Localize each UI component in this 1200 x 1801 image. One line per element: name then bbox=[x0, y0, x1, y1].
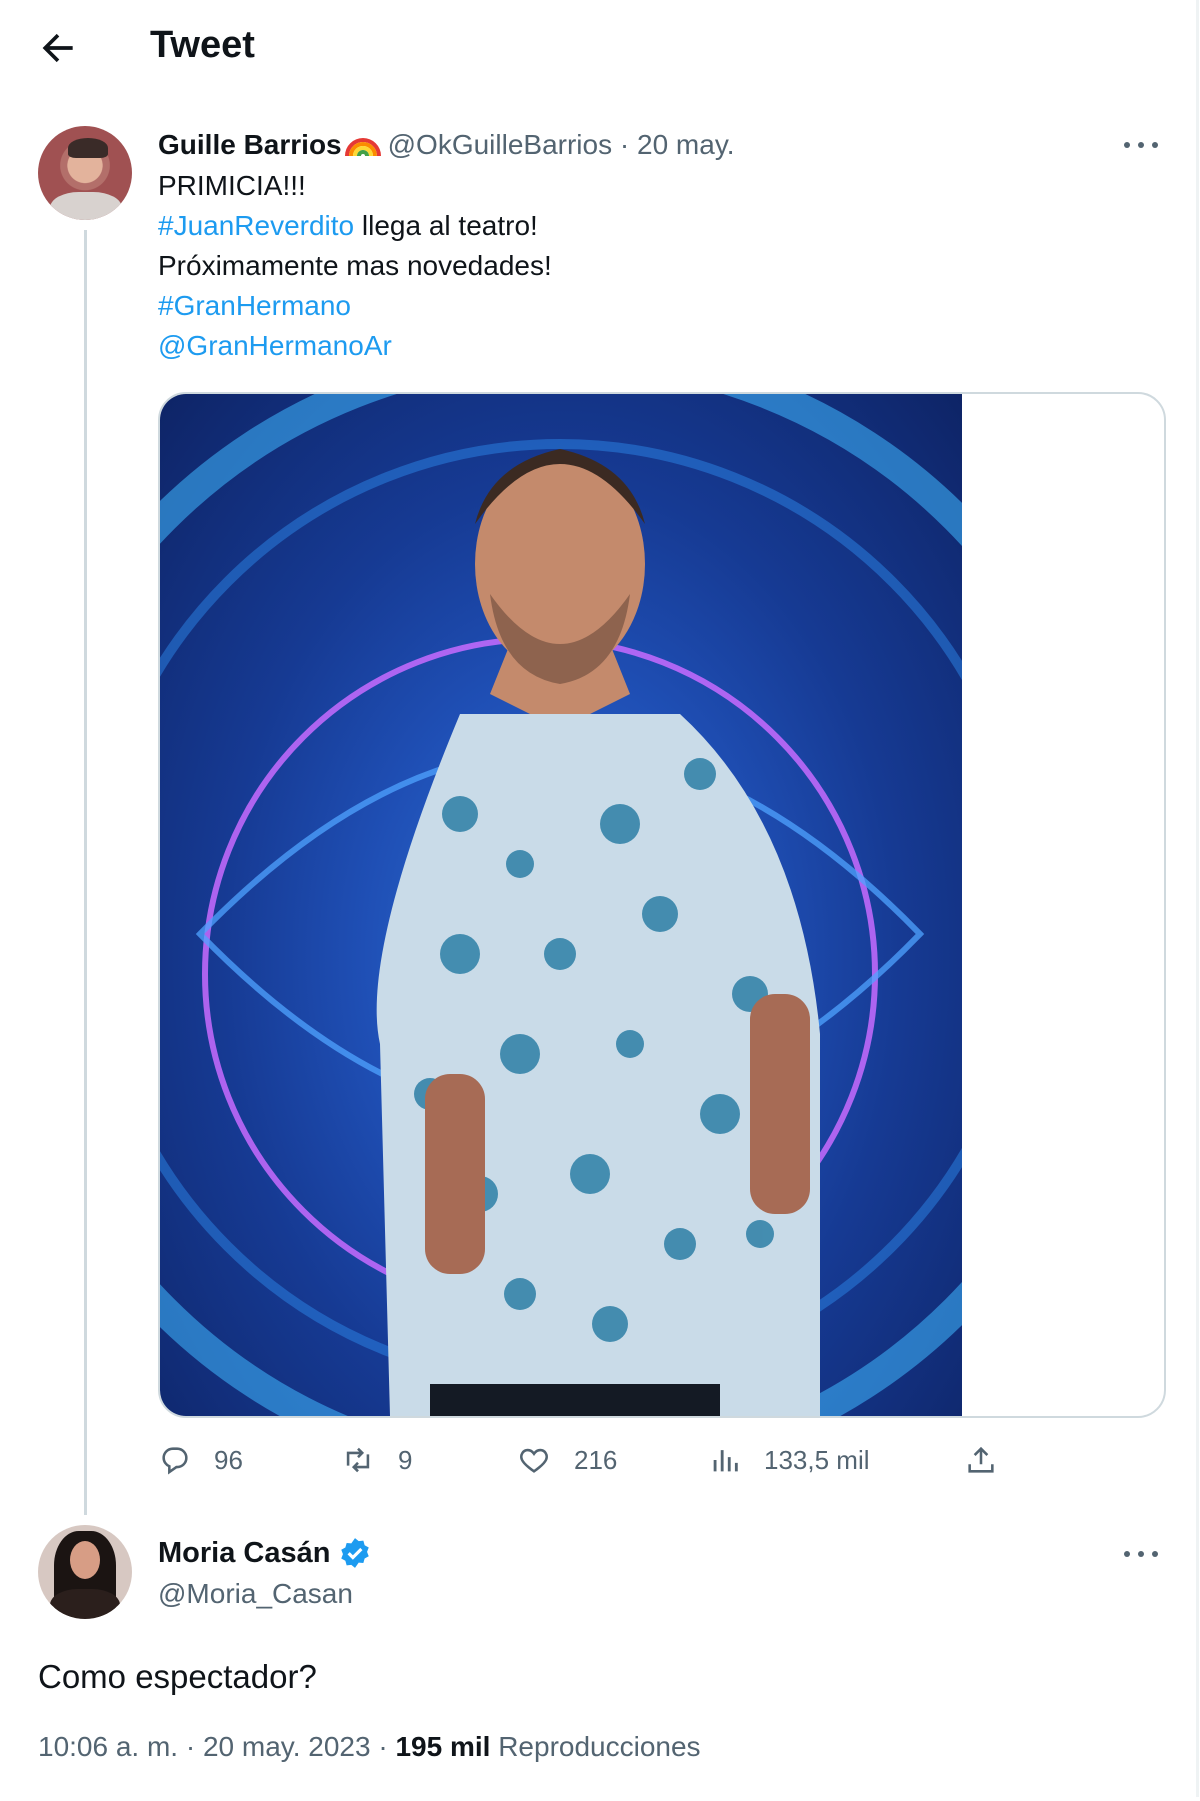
author-handle[interactable]: @OkGuilleBarrios bbox=[388, 129, 612, 160]
tweet-line: @GranHermanoAr bbox=[158, 326, 552, 366]
views-icon bbox=[713, 1450, 738, 1472]
page-header: Tweet bbox=[0, 0, 1196, 96]
tweet-line: PRIMICIA!!! bbox=[158, 170, 306, 201]
author-handle[interactable]: @Moria_Casan bbox=[158, 1578, 353, 1610]
reply-count: 96 bbox=[214, 1444, 243, 1475]
tweet-line: Próximamente mas novedades! bbox=[158, 250, 552, 281]
reply-text: Como espectador? bbox=[38, 1658, 317, 1695]
page-title: Tweet bbox=[150, 24, 255, 66]
share-icon bbox=[968, 1446, 994, 1473]
separator: · bbox=[178, 1731, 203, 1762]
more-icon[interactable] bbox=[1122, 134, 1162, 154]
separator: · bbox=[619, 129, 630, 160]
tweet-photo[interactable] bbox=[160, 394, 962, 1416]
back-arrow-icon[interactable] bbox=[36, 26, 80, 70]
views-count: 133,5 mil bbox=[764, 1444, 870, 1475]
views-count: 195 mil bbox=[395, 1731, 491, 1762]
hashtag-link[interactable]: #JuanReverdito bbox=[158, 210, 354, 241]
more-icon[interactable] bbox=[1122, 1543, 1162, 1563]
reply-date[interactable]: 20 may. 2023 bbox=[203, 1731, 371, 1762]
avatar[interactable] bbox=[38, 126, 132, 220]
tweet-header: Guille Barrios @OkGuilleBarrios · 20 may… bbox=[158, 126, 735, 161]
tweet-line-text: llega al teatro! bbox=[354, 210, 538, 241]
hashtag-link[interactable]: #GranHermano bbox=[158, 290, 351, 321]
rainbow-emoji-icon bbox=[344, 138, 381, 157]
retweet-icon bbox=[346, 1447, 370, 1473]
views-label: Reproducciones bbox=[490, 1731, 701, 1762]
author-name[interactable]: Moria Casán bbox=[158, 1537, 330, 1570]
tweet-date[interactable]: 20 may. bbox=[637, 129, 735, 160]
tweet-line: #GranHermano bbox=[158, 286, 552, 326]
like-count: 216 bbox=[574, 1444, 618, 1475]
retweet-button[interactable]: 9 bbox=[340, 1440, 412, 1480]
reply-meta: 10:06 a. m. · 20 may. 2023 · 195 mil Rep… bbox=[38, 1731, 701, 1763]
photo-illustration bbox=[160, 394, 962, 1416]
share-button[interactable] bbox=[964, 1440, 1020, 1480]
thread-connector bbox=[84, 230, 87, 1515]
retweet-count: 9 bbox=[398, 1444, 413, 1475]
reply-time[interactable]: 10:06 a. m. bbox=[38, 1731, 178, 1762]
like-button[interactable]: 216 bbox=[516, 1440, 617, 1480]
tweet-line: #JuanReverdito llega al teatro! bbox=[158, 206, 552, 246]
tweet-page: Tweet Guille Barrios @OkGuilleBarrios · … bbox=[0, 0, 1199, 1797]
verified-badge-icon bbox=[341, 1538, 370, 1568]
tweet-text: PRIMICIA!!! #JuanReverdito llega al teat… bbox=[158, 166, 552, 366]
reply-button[interactable]: 96 bbox=[158, 1440, 243, 1480]
separator: · bbox=[370, 1731, 396, 1762]
reply-icon bbox=[162, 1447, 188, 1475]
avatar[interactable] bbox=[38, 1525, 132, 1619]
author-name[interactable]: Guille Barrios bbox=[158, 129, 342, 160]
tweet-media[interactable] bbox=[158, 392, 1166, 1418]
reply-author: Moria Casán bbox=[158, 1536, 372, 1570]
views-button[interactable]: 133,5 mil bbox=[708, 1440, 870, 1480]
mention-link[interactable]: @GranHermanoAr bbox=[158, 330, 392, 361]
like-icon bbox=[520, 1448, 548, 1473]
